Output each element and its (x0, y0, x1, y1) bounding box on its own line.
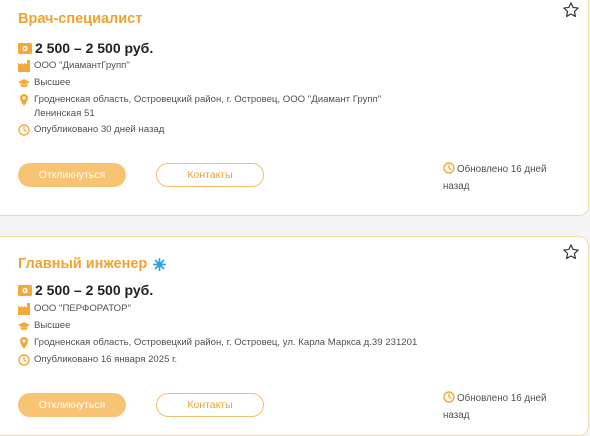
salary-text: 2 500 – 2 500 руб. (35, 40, 154, 56)
apply-button[interactable]: Откликнуться (18, 393, 126, 417)
education-row: Высшее (18, 319, 70, 333)
updated-info: Обновлено 16 дней назад (443, 161, 573, 195)
updated-text: Обновлено 16 дней назад (443, 393, 547, 421)
money-icon (18, 284, 32, 296)
clock-icon (18, 124, 30, 136)
vacancy-title[interactable]: Главный инженер (18, 256, 147, 272)
graduation-cap-icon (18, 79, 30, 88)
company-row: ООО "ПЕРФОРАТОР" (18, 302, 131, 316)
factory-icon (18, 303, 30, 315)
company-name[interactable]: ООО "ДиамантГрупп" (34, 59, 130, 73)
sparkle-icon (153, 257, 167, 271)
clock-icon (443, 391, 455, 403)
salary: 2 500 – 2 500 руб. (18, 40, 153, 56)
address-text: Гродненская область, Островецкий район, … (34, 94, 382, 119)
updated-text: Обновлено 16 дней назад (443, 164, 547, 192)
updated-info: Обновлено 16 дней назад (443, 390, 573, 424)
vacancy-card[interactable]: Врач-специалист 2 500 – 2 500 руб. ООО "… (0, 0, 589, 216)
education-text: Высшее (34, 77, 71, 88)
company-name[interactable]: ООО "ПЕРФОРАТОР" (34, 302, 131, 316)
published-row: Опубликовано 30 дней назад (18, 123, 164, 137)
address-text: Гродненская область, Островецкий район, … (34, 337, 418, 348)
factory-icon (18, 60, 30, 72)
contacts-button[interactable]: Контакты (156, 163, 264, 187)
clock-icon (443, 162, 455, 174)
contacts-button[interactable]: Контакты (156, 393, 264, 417)
star-outline-icon[interactable] (562, 243, 580, 261)
address-row: Гродненская область, Островецкий район, … (18, 93, 428, 121)
star-outline-icon[interactable] (562, 1, 580, 19)
education-text: Высшее (34, 320, 71, 331)
location-pin-icon (20, 94, 28, 106)
address-row: Гродненская область, Островецкий район, … (18, 336, 438, 350)
salary-text: 2 500 – 2 500 руб. (35, 282, 154, 298)
clock-icon (18, 354, 30, 366)
published-text: Опубликовано 30 дней назад (34, 124, 165, 135)
graduation-cap-icon (18, 322, 30, 331)
money-icon (18, 42, 32, 54)
vacancy-card[interactable]: Главный инженер 2 500 – 2 500 руб. ООО "… (0, 236, 589, 436)
vacancy-title[interactable]: Врач-специалист (18, 11, 142, 27)
location-pin-icon (20, 337, 28, 349)
education-row: Высшее (18, 76, 70, 90)
apply-button[interactable]: Откликнуться (18, 163, 126, 187)
published-text: Опубликовано 16 января 2025 г. (34, 354, 178, 365)
published-row: Опубликовано 16 января 2025 г. (18, 353, 177, 367)
vacancy-title-row: Главный инженер (18, 256, 167, 272)
salary: 2 500 – 2 500 руб. (18, 282, 153, 298)
company-row: ООО "ДиамантГрупп" (18, 59, 130, 73)
